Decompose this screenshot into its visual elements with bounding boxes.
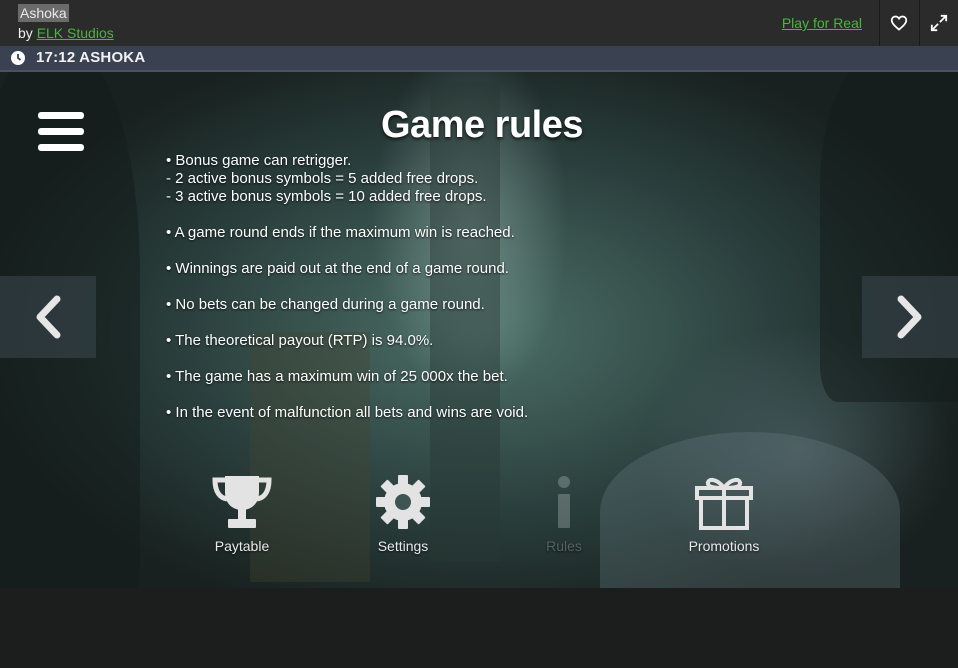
expand-icon (930, 14, 948, 32)
byline-prefix: by (18, 25, 33, 41)
tab-label: Paytable (214, 538, 270, 554)
next-page-button[interactable] (862, 276, 958, 358)
rules-text: • Bonus game can retrigger. - 2 active b… (166, 152, 786, 422)
rule-line: • The game has a maximum win of 25 000x … (166, 368, 508, 385)
tab-paytable[interactable]: Paytable (182, 474, 302, 558)
tab-rules[interactable]: Rules (504, 474, 624, 558)
status-text: 17:12 ASHOKA (36, 49, 146, 66)
rule-line: • The theoretical payout (RTP) is 94.0%. (166, 332, 434, 349)
rule-line: • Winnings are paid out at the end of a … (166, 260, 509, 277)
gift-icon (695, 477, 753, 530)
rule-line: - 3 active bonus symbols = 10 added free… (166, 188, 487, 205)
game-title: Ashoka (18, 4, 69, 22)
fullscreen-button[interactable] (919, 0, 958, 46)
rule-line: • In the event of malfunction all bets a… (166, 404, 529, 421)
tab-promotions[interactable]: Promotions (664, 474, 784, 558)
play-for-real-link[interactable]: Play for Real (782, 15, 862, 31)
prev-page-button[interactable] (0, 276, 96, 358)
clock-icon (11, 51, 25, 65)
tab-label: Promotions (688, 538, 760, 554)
tab-settings[interactable]: Settings (343, 474, 463, 558)
rule-line: • Bonus game can retrigger. (166, 152, 352, 169)
tab-label: Rules (546, 538, 582, 554)
studio-link[interactable]: ELK Studios (37, 25, 114, 41)
rule-line: • No bets can be changed during a game r… (166, 296, 485, 313)
trophy-icon (212, 476, 272, 528)
page-title: Game rules (381, 104, 584, 146)
byline: by ELK Studios (18, 25, 114, 41)
bottom-strip (0, 588, 958, 668)
gear-icon (376, 475, 430, 529)
chevron-left-icon (36, 295, 61, 339)
chevron-right-icon (897, 295, 922, 339)
rule-line: • A game round ends if the maximum win i… (166, 224, 515, 241)
heart-icon (890, 15, 908, 31)
status-bar: 17:12 ASHOKA (0, 46, 958, 72)
top-header: Ashoka by ELK Studios Play for Real (0, 0, 958, 46)
info-icon (558, 476, 570, 528)
favorite-button[interactable] (879, 0, 918, 46)
rule-line: - 2 active bonus symbols = 5 added free … (166, 170, 479, 187)
tab-label: Settings (377, 538, 429, 554)
